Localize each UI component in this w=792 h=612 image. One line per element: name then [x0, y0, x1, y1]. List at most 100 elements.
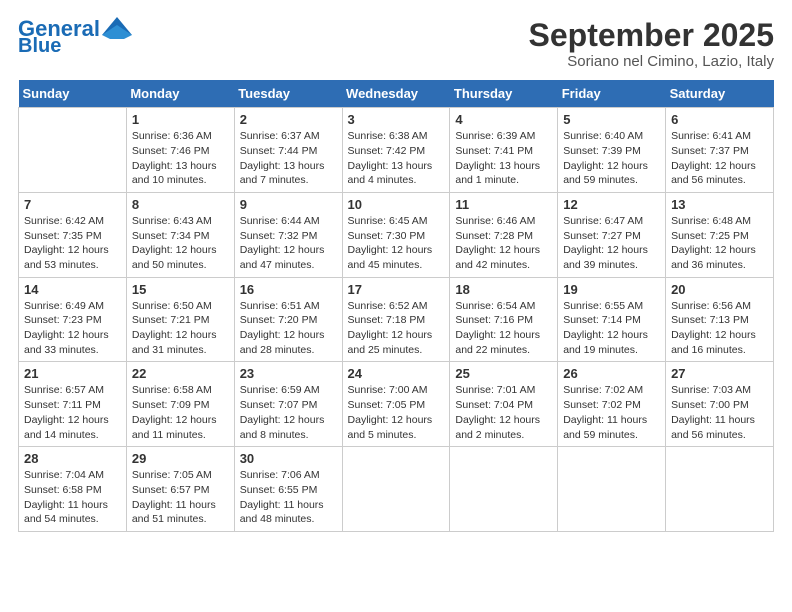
day-number: 11: [455, 197, 552, 212]
calendar-cell: 17Sunrise: 6:52 AMSunset: 7:18 PMDayligh…: [342, 277, 450, 362]
month-title: September 2025: [529, 18, 774, 53]
calendar-header-row: SundayMondayTuesdayWednesdayThursdayFrid…: [19, 80, 774, 108]
calendar-cell: 2 Sunrise: 6:37 AMSunset: 7:44 PMDaylight…: [234, 108, 342, 193]
day-number: 15: [132, 282, 229, 297]
day-number: 27: [671, 366, 768, 381]
calendar-cell: [19, 108, 127, 193]
day-number: 17: [348, 282, 445, 297]
calendar-cell: 9Sunrise: 6:44 AMSunset: 7:32 PMDaylight…: [234, 192, 342, 277]
calendar-cell: 22Sunrise: 6:58 AMSunset: 7:09 PMDayligh…: [126, 362, 234, 447]
day-number: 4: [455, 112, 552, 127]
cell-info: Sunrise: 6:38 AMSunset: 7:42 PMDaylight:…: [348, 129, 445, 188]
day-number: 19: [563, 282, 660, 297]
calendar-cell: 18 Sunrise: 6:54 AMSunset: 7:16 PMDayligh…: [450, 277, 558, 362]
calendar-cell: 21 Sunrise: 6:57 AMSunset: 7:11 PMDayligh…: [19, 362, 127, 447]
logo: General Blue: [18, 18, 132, 56]
calendar-cell: 7 Sunrise: 6:42 AMSunset: 7:35 PMDaylight…: [19, 192, 127, 277]
day-number: 12: [563, 197, 660, 212]
logo-icon: [102, 17, 132, 39]
calendar-cell: [342, 447, 450, 532]
header-tuesday: Tuesday: [234, 80, 342, 108]
cell-info: Sunrise: 6:57 AMSunset: 7:11 PMDaylight:…: [24, 383, 121, 442]
week-row-5: 28Sunrise: 7:04 AMSunset: 6:58 PMDayligh…: [19, 447, 774, 532]
day-number: 3: [348, 112, 445, 127]
cell-info: Sunrise: 6:48 AMSunset: 7:25 PMDaylight:…: [671, 214, 768, 273]
calendar-cell: 27 Sunrise: 7:03 AMSunset: 7:00 PMDayligh…: [666, 362, 774, 447]
calendar-cell: 28Sunrise: 7:04 AMSunset: 6:58 PMDayligh…: [19, 447, 127, 532]
cell-info: Sunrise: 6:56 AMSunset: 7:13 PMDaylight:…: [671, 299, 768, 358]
day-number: 20: [671, 282, 768, 297]
cell-info: Sunrise: 6:40 AMSunset: 7:39 PMDaylight:…: [563, 129, 660, 188]
calendar-cell: 12 Sunrise: 6:47 AMSunset: 7:27 PMDayligh…: [558, 192, 666, 277]
week-row-1: 1 Sunrise: 6:36 AMSunset: 7:46 PMDaylight…: [19, 108, 774, 193]
day-number: 26: [563, 366, 660, 381]
cell-info: Sunrise: 6:42 AMSunset: 7:35 PMDaylight:…: [24, 214, 121, 273]
week-row-3: 14Sunrise: 6:49 AMSunset: 7:23 PMDayligh…: [19, 277, 774, 362]
calendar-cell: [450, 447, 558, 532]
cell-info: Sunrise: 6:43 AMSunset: 7:34 PMDaylight:…: [132, 214, 229, 273]
calendar-cell: 8 Sunrise: 6:43 AMSunset: 7:34 PMDaylight…: [126, 192, 234, 277]
day-number: 6: [671, 112, 768, 127]
logo-blue-text: Blue: [18, 36, 61, 56]
header-saturday: Saturday: [666, 80, 774, 108]
day-number: 18: [455, 282, 552, 297]
calendar-cell: 30Sunrise: 7:06 AMSunset: 6:55 PMDayligh…: [234, 447, 342, 532]
day-number: 16: [240, 282, 337, 297]
day-number: 5: [563, 112, 660, 127]
calendar-cell: 23 Sunrise: 6:59 AMSunset: 7:07 PMDayligh…: [234, 362, 342, 447]
header-monday: Monday: [126, 80, 234, 108]
day-number: 25: [455, 366, 552, 381]
day-number: 1: [132, 112, 229, 127]
header-sunday: Sunday: [19, 80, 127, 108]
calendar-cell: 26Sunrise: 7:02 AMSunset: 7:02 PMDayligh…: [558, 362, 666, 447]
cell-info: Sunrise: 6:37 AMSunset: 7:44 PMDaylight:…: [240, 129, 337, 188]
location-title: Soriano nel Cimino, Lazio, Italy: [529, 53, 774, 70]
calendar-cell: 24 Sunrise: 7:00 AMSunset: 7:05 PMDayligh…: [342, 362, 450, 447]
page-header: General Blue September 2025 Soriano nel …: [18, 18, 774, 70]
calendar-cell: 13 Sunrise: 6:48 AMSunset: 7:25 PMDayligh…: [666, 192, 774, 277]
calendar-cell: 10Sunrise: 6:45 AMSunset: 7:30 PMDayligh…: [342, 192, 450, 277]
calendar-cell: 20 Sunrise: 6:56 AMSunset: 7:13 PMDayligh…: [666, 277, 774, 362]
day-number: 7: [24, 197, 121, 212]
calendar-cell: [558, 447, 666, 532]
week-row-4: 21 Sunrise: 6:57 AMSunset: 7:11 PMDayligh…: [19, 362, 774, 447]
calendar-cell: 6 Sunrise: 6:41 AMSunset: 7:37 PMDaylight…: [666, 108, 774, 193]
header-thursday: Thursday: [450, 80, 558, 108]
cell-info: Sunrise: 6:46 AMSunset: 7:28 PMDaylight:…: [455, 214, 552, 273]
day-number: 14: [24, 282, 121, 297]
day-number: 21: [24, 366, 121, 381]
calendar-cell: 11 Sunrise: 6:46 AMSunset: 7:28 PMDayligh…: [450, 192, 558, 277]
calendar-cell: 1 Sunrise: 6:36 AMSunset: 7:46 PMDaylight…: [126, 108, 234, 193]
day-number: 13: [671, 197, 768, 212]
cell-info: Sunrise: 6:59 AMSunset: 7:07 PMDaylight:…: [240, 383, 337, 442]
cell-info: Sunrise: 7:03 AMSunset: 7:00 PMDaylight:…: [671, 383, 768, 442]
cell-info: Sunrise: 6:47 AMSunset: 7:27 PMDaylight:…: [563, 214, 660, 273]
day-number: 30: [240, 451, 337, 466]
cell-info: Sunrise: 6:58 AMSunset: 7:09 PMDaylight:…: [132, 383, 229, 442]
cell-info: Sunrise: 7:00 AMSunset: 7:05 PMDaylight:…: [348, 383, 445, 442]
calendar-cell: 15Sunrise: 6:50 AMSunset: 7:21 PMDayligh…: [126, 277, 234, 362]
cell-info: Sunrise: 6:36 AMSunset: 7:46 PMDaylight:…: [132, 129, 229, 188]
calendar-cell: 25Sunrise: 7:01 AMSunset: 7:04 PMDayligh…: [450, 362, 558, 447]
calendar-cell: 29Sunrise: 7:05 AMSunset: 6:57 PMDayligh…: [126, 447, 234, 532]
cell-info: Sunrise: 6:54 AMSunset: 7:16 PMDaylight:…: [455, 299, 552, 358]
day-number: 24: [348, 366, 445, 381]
cell-info: Sunrise: 6:55 AMSunset: 7:14 PMDaylight:…: [563, 299, 660, 358]
day-number: 9: [240, 197, 337, 212]
day-number: 23: [240, 366, 337, 381]
cell-info: Sunrise: 6:45 AMSunset: 7:30 PMDaylight:…: [348, 214, 445, 273]
day-number: 28: [24, 451, 121, 466]
day-number: 29: [132, 451, 229, 466]
day-number: 2: [240, 112, 337, 127]
calendar-cell: 4Sunrise: 6:39 AMSunset: 7:41 PMDaylight…: [450, 108, 558, 193]
calendar-cell: 16Sunrise: 6:51 AMSunset: 7:20 PMDayligh…: [234, 277, 342, 362]
calendar-cell: 5 Sunrise: 6:40 AMSunset: 7:39 PMDaylight…: [558, 108, 666, 193]
header-wednesday: Wednesday: [342, 80, 450, 108]
day-number: 8: [132, 197, 229, 212]
calendar-cell: 14Sunrise: 6:49 AMSunset: 7:23 PMDayligh…: [19, 277, 127, 362]
header-friday: Friday: [558, 80, 666, 108]
cell-info: Sunrise: 6:41 AMSunset: 7:37 PMDaylight:…: [671, 129, 768, 188]
calendar-cell: 19 Sunrise: 6:55 AMSunset: 7:14 PMDayligh…: [558, 277, 666, 362]
calendar-table: SundayMondayTuesdayWednesdayThursdayFrid…: [18, 80, 774, 532]
calendar-cell: 3 Sunrise: 6:38 AMSunset: 7:42 PMDaylight…: [342, 108, 450, 193]
